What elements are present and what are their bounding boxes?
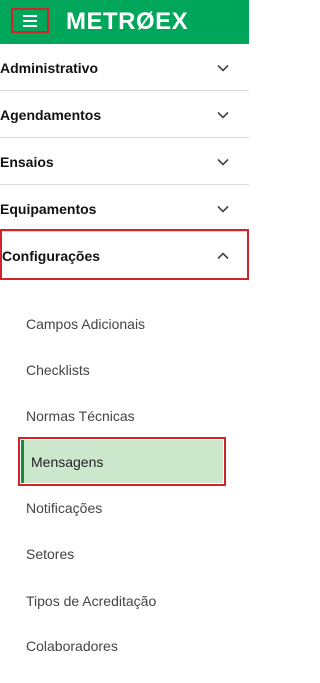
nav-item-label: Administrativo <box>0 60 99 76</box>
submenu-item-normas-tecnicas[interactable]: Normas Técnicas <box>26 406 135 426</box>
hamburger-icon <box>23 14 37 17</box>
submenu-item-colaboradores[interactable]: Colaboradores <box>26 636 118 656</box>
nav-item-agendamentos[interactable]: Agendamentos <box>0 92 249 138</box>
app-header: METRØEX <box>0 0 249 44</box>
nav-item-label: Ensaios <box>0 154 54 170</box>
submenu-item-campos-adicionais[interactable]: Campos Adicionais <box>26 314 145 334</box>
chevron-down-icon <box>217 111 229 119</box>
submenu-item-checklists[interactable]: Checklists <box>26 360 90 380</box>
submenu-item-setores[interactable]: Setores <box>26 544 74 564</box>
hamburger-icon-bar <box>23 24 37 27</box>
nav-item-label: Equipamentos <box>0 201 97 217</box>
nav-item-equipamentos[interactable]: Equipamentos <box>0 186 249 232</box>
chevron-up-icon <box>217 252 229 260</box>
chevron-down-icon <box>217 158 229 166</box>
chevron-down-icon <box>217 205 229 213</box>
submenu-item-tipos-de-acreditacao[interactable]: Tipos de Acreditação <box>26 591 156 611</box>
nav-item-label: Configurações <box>2 248 101 264</box>
menu-toggle-button[interactable] <box>11 8 49 33</box>
nav-item-administrativo[interactable]: Administrativo <box>0 45 249 91</box>
chevron-down-icon <box>217 64 229 72</box>
submenu-item-notificacoes[interactable]: Notificações <box>26 498 102 518</box>
nav-item-label: Agendamentos <box>0 107 102 123</box>
app-logo: METRØEX <box>66 8 189 35</box>
hamburger-icon-bar <box>23 19 37 22</box>
nav-item-ensaios[interactable]: Ensaios <box>0 139 249 185</box>
submenu-item-label-active: Mensagens <box>31 454 104 470</box>
nav-item-configuracoes[interactable]: Configurações <box>0 229 249 280</box>
